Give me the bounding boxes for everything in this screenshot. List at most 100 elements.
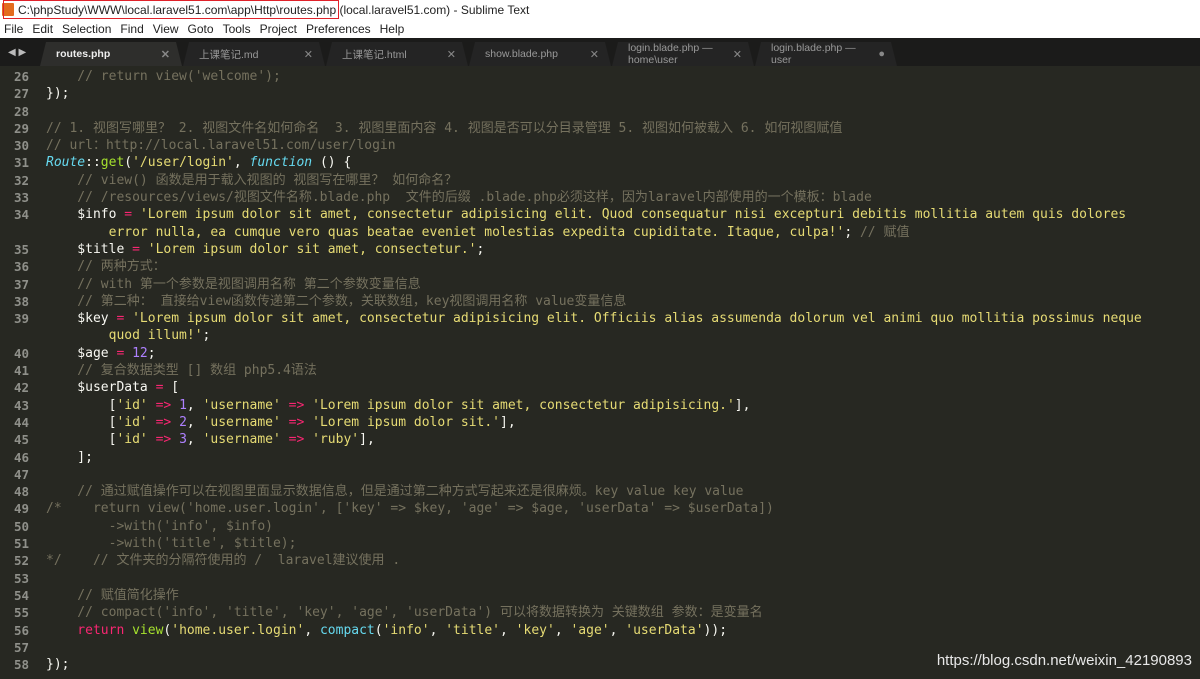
token: ]; bbox=[46, 449, 93, 465]
close-tab-icon[interactable]: ✕ bbox=[733, 48, 742, 61]
code-line: 49 /* return view('home.user.login', ['ke… bbox=[0, 500, 1200, 517]
token: 12 bbox=[132, 345, 148, 361]
code-line: 56 return view ('home.user.login', compac… bbox=[0, 622, 1200, 639]
code-line: 37 // with 第一个参数是视图调用名称 第二个参数变量信息 bbox=[0, 276, 1200, 293]
line-number: 46 bbox=[13, 449, 29, 465]
code-line: 28 bbox=[0, 103, 1200, 120]
code-text: ->with('info', $info) bbox=[29, 518, 273, 535]
token: ], bbox=[500, 414, 516, 430]
tab-0[interactable]: routes.php ✕ bbox=[40, 42, 182, 66]
line-number: 26 bbox=[13, 69, 29, 84]
line-number: 33 bbox=[13, 190, 29, 206]
close-tab-icon[interactable]: ✕ bbox=[304, 48, 313, 61]
token: 'title' bbox=[445, 622, 501, 638]
menu-tools[interactable]: Tools bbox=[223, 22, 251, 36]
code-text: $userData = [ bbox=[29, 379, 179, 396]
tab-label: 上课笔记.html bbox=[342, 48, 407, 61]
sublime-app-icon bbox=[2, 3, 14, 16]
tab-label: 上课笔记.md bbox=[199, 48, 259, 61]
token: // 赋值简化操作 bbox=[46, 587, 179, 603]
menu-view[interactable]: View bbox=[153, 22, 179, 36]
token: , bbox=[233, 155, 250, 171]
tab-3[interactable]: show.blade.php ✕ bbox=[469, 42, 611, 66]
token: // /resources/views/视图文件名称.blade.php 文件的… bbox=[46, 190, 872, 206]
code-line: 45 ['id' => 3, 'username' => 'ruby'], bbox=[0, 431, 1200, 448]
close-tab-icon[interactable]: ✕ bbox=[161, 48, 170, 61]
menu-selection[interactable]: Selection bbox=[62, 22, 111, 36]
token: ; bbox=[202, 328, 211, 344]
tab-5[interactable]: login.blade.php — user ● bbox=[755, 42, 897, 66]
token: '/user/login' bbox=[132, 155, 234, 171]
code-line: 26 // return view('welcome'); bbox=[0, 68, 1200, 85]
menu-project[interactable]: Project bbox=[260, 22, 297, 36]
unsaved-dot-icon[interactable]: ● bbox=[878, 48, 885, 60]
code-line: 42 $userData = [ bbox=[0, 379, 1200, 396]
code-line: error nulla, ea cumque vero quas beatae … bbox=[0, 224, 1200, 241]
token: 'Lorem ipsum dolor sit amet, consectetur… bbox=[132, 311, 1142, 327]
code-text: ['id' => 3, 'username' => 'ruby'], bbox=[29, 431, 375, 448]
token: }); bbox=[46, 86, 70, 102]
menu-find[interactable]: Find bbox=[120, 22, 143, 36]
code-line: 54 // 赋值简化操作 bbox=[0, 587, 1200, 604]
close-tab-icon[interactable]: ✕ bbox=[447, 48, 456, 61]
token: () { bbox=[312, 155, 352, 171]
code-text: $title = 'Lorem ipsum dolor sit amet, co… bbox=[29, 241, 484, 258]
menu-preferences[interactable]: Preferences bbox=[306, 22, 371, 36]
tab-label: login.blade.php — user bbox=[771, 42, 856, 66]
token: return bbox=[46, 622, 125, 638]
token: /* return view('home.user.login', ['key'… bbox=[46, 501, 774, 517]
token: [ bbox=[46, 397, 117, 413]
code-line: 44 ['id' => 2, 'username' => 'Lorem ipsu… bbox=[0, 414, 1200, 431]
token: => bbox=[155, 397, 172, 413]
code-text: quod illum!'; bbox=[29, 327, 211, 344]
token: => bbox=[288, 414, 305, 430]
token: 'id' bbox=[116, 397, 148, 413]
close-tab-icon[interactable]: ✕ bbox=[590, 48, 599, 61]
token: 'Lorem ipsum dolor sit amet, consectetur… bbox=[139, 207, 1127, 223]
code-text: ['id' => 1, 'username' => 'Lorem ipsum d… bbox=[29, 397, 751, 414]
token: 1 bbox=[179, 397, 187, 413]
token: // 两种方式： bbox=[46, 259, 166, 275]
token: => bbox=[288, 397, 305, 413]
code-text: // 通过赋值操作可以在视图里面显示数据信息，但是通过第二种方式写起来还是很麻烦… bbox=[29, 483, 743, 500]
token: $userData bbox=[46, 380, 156, 396]
code-text: Route::get('/user/login', function () { bbox=[29, 154, 351, 171]
token: }); bbox=[46, 657, 70, 673]
menu-help[interactable]: Help bbox=[380, 22, 405, 36]
tab-nav-arrows-icon[interactable]: ◀ ▶ bbox=[0, 47, 40, 58]
menu-file[interactable]: File bbox=[4, 22, 23, 36]
code-text: ]; bbox=[29, 449, 93, 466]
code-text: }); bbox=[29, 85, 69, 102]
code-line: 40 $age = 12; bbox=[0, 345, 1200, 362]
line-number: 57 bbox=[13, 639, 29, 655]
code-text: ['id' => 2, 'username' => 'Lorem ipsum d… bbox=[29, 414, 516, 431]
token: ; bbox=[844, 224, 853, 240]
code-text: // 第二种： 直接给view函数传递第二个参数，关联数组，key视图调用名称 … bbox=[29, 293, 626, 310]
token: ], bbox=[359, 432, 375, 448]
token: 'userData' bbox=[625, 622, 704, 638]
line-number: 56 bbox=[13, 622, 29, 638]
menu-goto[interactable]: Goto bbox=[188, 22, 214, 36]
code-text: // url：http://local.laravel51.com/user/l… bbox=[29, 137, 396, 154]
tab-2[interactable]: 上课笔记.html ✕ bbox=[326, 42, 468, 66]
tab-4[interactable]: login.blade.php — home\user ✕ bbox=[612, 42, 754, 66]
code-text: ->with('title', $title); bbox=[29, 535, 297, 552]
code-editor[interactable]: 26 // return view('welcome'); 27}); 28 29//… bbox=[0, 66, 1200, 679]
menu-bar: File Edit Selection Find View Goto Tools Projec… bbox=[0, 19, 1200, 38]
line-number: 55 bbox=[13, 605, 29, 621]
token: ; bbox=[147, 345, 156, 361]
token: , bbox=[500, 622, 516, 638]
code-line: 41 // 复合数据类型 [] 数组 php5.4语法 bbox=[0, 362, 1200, 379]
menu-edit[interactable]: Edit bbox=[32, 22, 53, 36]
token: 'ruby' bbox=[312, 432, 360, 448]
tab-1[interactable]: 上课笔记.md ✕ bbox=[183, 42, 325, 66]
code-text: $key = 'Lorem ipsum dolor sit amet, cons… bbox=[29, 310, 1142, 327]
code-line: 50 ->with('info', $info) bbox=[0, 518, 1200, 535]
